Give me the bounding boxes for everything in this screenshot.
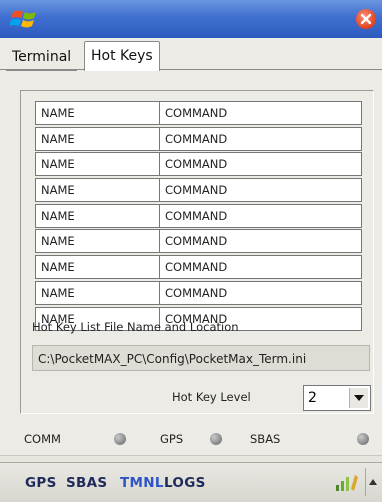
hot-key-command-cell[interactable]: COMMAND <box>160 128 361 150</box>
tab-terminal[interactable]: Terminal <box>6 44 78 71</box>
hot-key-name-cell[interactable]: NAME <box>36 153 160 176</box>
hot-key-command-cell[interactable]: COMMAND <box>160 282 361 304</box>
table-row[interactable]: NAME COMMAND <box>35 126 362 151</box>
hot-key-command-cell[interactable]: COMMAND <box>160 153 361 175</box>
gps-label: GPS <box>160 432 184 446</box>
windows-start-icon[interactable] <box>9 7 40 31</box>
scroll-up-icon <box>369 479 377 485</box>
tab-strip: Terminal Hot Keys <box>0 38 382 71</box>
comm-label: COMM <box>24 432 61 446</box>
gps-status-led <box>210 433 222 445</box>
table-row[interactable]: NAME COMMAND <box>35 178 362 203</box>
sbas-status-led <box>357 433 369 445</box>
close-button[interactable] <box>356 9 376 29</box>
hot-key-name-cell[interactable]: NAME <box>36 256 160 279</box>
file-path-field[interactable]: C:\PocketMAX_PC\Config\PocketMax_Term.in… <box>32 345 370 371</box>
comm-status-led <box>114 433 126 445</box>
divider <box>0 455 382 462</box>
file-location-label: Hot Key List File Name and Location <box>32 320 239 334</box>
hot-key-table: NAME COMMAND NAME COMMAND NAME COMMAND N… <box>35 101 362 332</box>
table-row[interactable]: NAME COMMAND <box>35 101 362 125</box>
hot-key-name-cell[interactable]: NAME <box>36 102 160 124</box>
menu-logs[interactable]: LOGS <box>164 475 206 491</box>
dropdown-button[interactable] <box>349 388 368 408</box>
tab-divider-right <box>160 69 382 70</box>
table-row[interactable]: NAME COMMAND <box>35 255 362 280</box>
menu-tmnl[interactable]: TMNL <box>120 475 164 491</box>
close-icon <box>360 13 372 25</box>
hot-key-command-cell[interactable]: COMMAND <box>160 230 361 252</box>
hot-key-command-cell[interactable]: COMMAND <box>160 256 361 278</box>
table-row[interactable]: NAME COMMAND <box>35 203 362 228</box>
table-row[interactable]: NAME COMMAND <box>35 280 362 305</box>
bottom-menu-bar: GPS SBAS TMNL LOGS <box>0 462 382 502</box>
chevron-down-icon <box>354 395 364 401</box>
tab-hot-keys[interactable]: Hot Keys <box>84 41 160 71</box>
signal-tray-icon[interactable] <box>334 471 360 493</box>
scroll-up-button[interactable] <box>365 468 380 496</box>
table-row[interactable]: NAME COMMAND <box>35 229 362 254</box>
hot-key-level-value: 2 <box>308 390 317 406</box>
table-row[interactable]: NAME COMMAND <box>35 152 362 177</box>
hot-key-level-select[interactable]: 2 <box>303 385 371 411</box>
hot-key-name-cell[interactable]: NAME <box>36 281 160 304</box>
menu-sbas[interactable]: SBAS <box>66 475 107 491</box>
status-indicators: COMM GPS SBAS <box>0 427 382 451</box>
hot-key-name-cell[interactable]: NAME <box>36 127 160 150</box>
hot-key-command-cell[interactable]: COMMAND <box>160 205 361 227</box>
hot-key-name-cell[interactable]: NAME <box>36 230 160 253</box>
sbas-label: SBAS <box>250 432 281 446</box>
hot-key-level-label: Hot Key Level <box>172 390 251 404</box>
hot-key-name-cell[interactable]: NAME <box>36 179 160 202</box>
hot-key-name-cell[interactable]: NAME <box>36 204 160 227</box>
title-bar <box>0 0 382 38</box>
hot-key-command-cell[interactable]: COMMAND <box>160 179 361 201</box>
hot-key-command-cell[interactable]: COMMAND <box>160 102 361 124</box>
menu-gps[interactable]: GPS <box>25 475 57 491</box>
tab-divider-left <box>0 69 84 70</box>
